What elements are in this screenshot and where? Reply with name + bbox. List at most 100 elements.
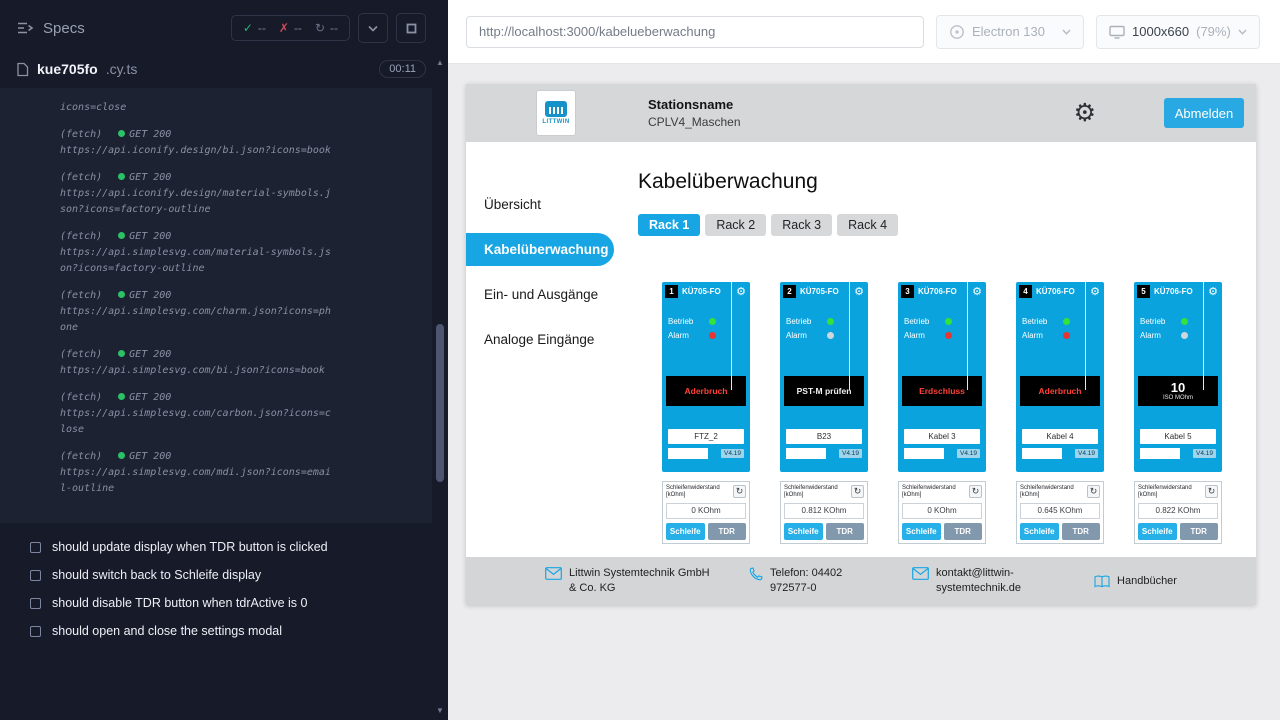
test-item[interactable]: should open and close the settings modal bbox=[0, 617, 432, 645]
tab-rack-4[interactable]: Rack 4 bbox=[837, 214, 898, 236]
fetch-log-entry[interactable]: (fetch)GET 200 https://api.iconify.desig… bbox=[60, 127, 342, 159]
refresh-button[interactable]: ↻ bbox=[1205, 485, 1218, 498]
schleife-button[interactable]: Schleife bbox=[1020, 523, 1059, 540]
nav-ein-und-ausgaenge[interactable]: Ein- und Ausgänge bbox=[466, 272, 622, 317]
cable-name-field[interactable]: FTZ_2 bbox=[668, 429, 744, 444]
spec-row[interactable]: kue705fo.cy.ts 00:11 bbox=[0, 56, 448, 88]
spec-timer: 00:11 bbox=[379, 60, 426, 78]
version-row: V4.19 bbox=[904, 447, 980, 459]
alarm-label: Alarm bbox=[786, 331, 807, 340]
passed-stat: ✓ -- bbox=[243, 21, 266, 35]
monitor-icon bbox=[1109, 25, 1125, 39]
fetch-log-entry[interactable]: (fetch)GET 200 https://api.iconify.desig… bbox=[60, 170, 342, 218]
fetch-url: https://api.simplesvg.com/mdi.json?icons… bbox=[60, 465, 332, 497]
tdr-button[interactable]: TDR bbox=[826, 523, 865, 540]
schleife-button[interactable]: Schleife bbox=[1138, 523, 1177, 540]
stop-tests-button[interactable] bbox=[396, 13, 426, 43]
scroll-up-arrow[interactable]: ▲ bbox=[434, 58, 446, 70]
fetch-log-entry[interactable]: (fetch)GET 200 https://api.simplesvg.com… bbox=[60, 390, 342, 438]
alarm-led bbox=[945, 332, 952, 339]
alarm-led bbox=[827, 332, 834, 339]
refresh-button[interactable]: ↻ bbox=[733, 485, 746, 498]
tdr-button[interactable]: TDR bbox=[944, 523, 983, 540]
test-item[interactable]: should disable TDR button when tdrActive… bbox=[0, 589, 432, 617]
tab-rack-3[interactable]: Rack 3 bbox=[771, 214, 832, 236]
test-list: should update display when TDR button is… bbox=[0, 533, 448, 645]
firmware-version: V4.19 bbox=[721, 449, 744, 458]
schleife-button[interactable]: Schleife bbox=[902, 523, 941, 540]
settings-gear-icon[interactable]: ⚙ bbox=[1074, 101, 1096, 126]
tdr-button[interactable]: TDR bbox=[1062, 523, 1101, 540]
viewport-selector[interactable]: 1000x660 (79%) bbox=[1096, 15, 1260, 49]
version-box bbox=[668, 448, 708, 459]
test-state-icon bbox=[30, 626, 41, 637]
nav-uebersicht[interactable]: Übersicht bbox=[466, 182, 622, 227]
test-item[interactable]: should update display when TDR button is… bbox=[0, 533, 432, 561]
alarm-label: Alarm bbox=[904, 331, 925, 340]
station-label: Stationsname bbox=[648, 97, 741, 112]
fetch-log-entry[interactable]: (fetch)GET 200 https://api.simplesvg.com… bbox=[60, 288, 342, 336]
cable-name-field[interactable]: Kabel 5 bbox=[1140, 429, 1216, 444]
scrollbar-thumb[interactable] bbox=[436, 324, 444, 482]
status-ok-dot bbox=[118, 130, 125, 137]
logout-button[interactable]: Abmelden bbox=[1164, 98, 1244, 128]
test-stats: ✓ -- ✗ -- ↻ -- bbox=[231, 15, 350, 41]
fetch-url: https://api.simplesvg.com/charm.json?ico… bbox=[60, 304, 332, 336]
browser-selector[interactable]: Electron 130 bbox=[936, 15, 1084, 49]
tab-rack-2[interactable]: Rack 2 bbox=[705, 214, 766, 236]
cable-name-field[interactable]: Kabel 3 bbox=[904, 429, 980, 444]
tdr-button[interactable]: TDR bbox=[708, 523, 747, 540]
card-settings-gear-icon[interactable]: ⚙ bbox=[850, 285, 868, 298]
card-side-strip: ⚙ bbox=[967, 282, 986, 390]
spec-name: kue705fo bbox=[37, 61, 98, 77]
fetch-log-entry[interactable]: (fetch)GET 200 https://api.simplesvg.com… bbox=[60, 229, 342, 277]
scroll-down-arrow[interactable]: ▼ bbox=[434, 706, 446, 718]
version-row: V4.19 bbox=[668, 447, 744, 459]
measurement-label: Schleifenwiderstand [kOhm] bbox=[1020, 485, 1078, 499]
nav-analoge-eingaenge[interactable]: Analoge Eingänge bbox=[466, 317, 622, 362]
specs-menu[interactable]: Specs bbox=[16, 20, 85, 37]
schleife-button[interactable]: Schleife bbox=[666, 523, 705, 540]
aut-stage: LITTWIN Stationsname CPLV4_Maschen ⚙ Abm… bbox=[448, 64, 1280, 720]
device-panel: ⚙ 3 KÜ706-FO Betrieb Alarm bbox=[898, 282, 986, 472]
card-number: 2 bbox=[783, 285, 796, 298]
app-header: LITTWIN Stationsname CPLV4_Maschen ⚙ Abm… bbox=[466, 84, 1256, 142]
status-ok-dot bbox=[118, 173, 125, 180]
firmware-version: V4.19 bbox=[1075, 449, 1098, 458]
card-settings-gear-icon[interactable]: ⚙ bbox=[968, 285, 986, 298]
card-head: 4 KÜ706-FO bbox=[1016, 282, 1082, 298]
fetch-log-entry[interactable]: (fetch)GET 200 https://api.simplesvg.com… bbox=[60, 347, 342, 379]
reporter-scrollbar[interactable]: ▲ ▼ bbox=[434, 58, 446, 718]
littwin-logo-icon bbox=[545, 101, 567, 117]
refresh-button[interactable]: ↻ bbox=[851, 485, 864, 498]
schleife-button[interactable]: Schleife bbox=[784, 523, 823, 540]
betrieb-led bbox=[1063, 318, 1070, 325]
card-head: 1 KÜ705-FO bbox=[662, 282, 728, 298]
status-ok-dot bbox=[118, 393, 125, 400]
card-settings-gear-icon[interactable]: ⚙ bbox=[732, 285, 750, 298]
fetch-log-entry[interactable]: (fetch)GET 200 https://api.simplesvg.com… bbox=[60, 449, 342, 497]
device-cards: ⚙ 1 KÜ705-FO Betrieb Alarm bbox=[662, 282, 1246, 544]
littwin-logo-text: LITTWIN bbox=[542, 119, 569, 125]
card-settings-gear-icon[interactable]: ⚙ bbox=[1204, 285, 1222, 298]
nav-kabelueberwachung[interactable]: Kabelüberwachung bbox=[466, 233, 614, 266]
app-footer: Littwin Systemtechnik GmbH & Co. KG Tele… bbox=[466, 557, 1256, 605]
url-input[interactable] bbox=[466, 16, 924, 48]
device-panel: ⚙ 5 KÜ706-FO Betrieb Alarm bbox=[1134, 282, 1222, 472]
refresh-button[interactable]: ↻ bbox=[1087, 485, 1100, 498]
cable-name-field[interactable]: B23 bbox=[786, 429, 862, 444]
measurement-label: Schleifenwiderstand [kOhm] bbox=[1138, 485, 1196, 499]
collapse-reporter-button[interactable] bbox=[358, 13, 388, 43]
card-settings-gear-icon[interactable]: ⚙ bbox=[1086, 285, 1104, 298]
tab-rack-1[interactable]: Rack 1 bbox=[638, 214, 700, 236]
test-item[interactable]: should switch back to Schleife display bbox=[0, 561, 432, 589]
fetch-command: (fetch) bbox=[60, 231, 102, 242]
chevron-down-icon bbox=[1238, 29, 1247, 35]
tdr-button[interactable]: TDR bbox=[1180, 523, 1219, 540]
cable-name-field[interactable]: Kabel 4 bbox=[1022, 429, 1098, 444]
footer-manuals-link[interactable]: Handbücher bbox=[1094, 574, 1177, 589]
cypress-reporter: Specs ✓ -- ✗ -- ↻ -- bbox=[0, 0, 448, 720]
refresh-button[interactable]: ↻ bbox=[969, 485, 982, 498]
measurement-value: 0 KOhm bbox=[666, 503, 746, 519]
measurement-value: 0.822 KOhm bbox=[1138, 503, 1218, 519]
